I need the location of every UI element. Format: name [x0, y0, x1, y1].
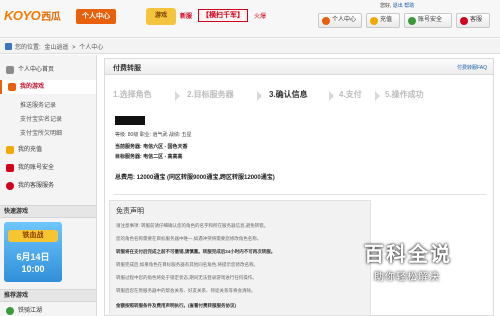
gamepad-icon [8, 83, 16, 91]
promo-game-title: 铁血战 [8, 230, 58, 242]
current-server-label: 当前服务器: [115, 144, 142, 150]
user-icon [322, 17, 330, 25]
step-1: 1.选择角色 [113, 90, 152, 99]
lock-icon [408, 17, 416, 25]
step-arrow-icon [329, 91, 334, 101]
target-server-value: 电信二区 - 高高高 [143, 154, 183, 160]
sidebar-item-label: 我的游戏 [20, 84, 45, 90]
header-button-label: 账号安全 [418, 17, 443, 23]
breadcrumb-site[interactable]: 金山逍遥 [44, 45, 68, 51]
faq-link[interactable]: 付费转服FAQ [457, 64, 487, 71]
coin-icon [370, 17, 378, 25]
breadcrumb: 您的位置: 金山逍遥 > 个人中心 [0, 39, 500, 54]
disclaimer-line: 转服将在支付后完成之前不可撤销,请慎重。转服完成后24小时内不可再次转服。 [116, 249, 276, 254]
watermark-subtitle: 助你轻松解决 [374, 272, 440, 283]
header-recharge-button[interactable]: 充值 [366, 13, 400, 28]
banner-hot-server: 【横扫千军】 [198, 9, 248, 22]
redacted-character-name [115, 116, 145, 125]
lock-icon [6, 164, 14, 172]
watermark: 百科全说 助你轻松解决 [352, 228, 482, 288]
header-account-security-button[interactable]: 账号安全 [404, 13, 452, 28]
step-3-active: 3.确认信息 [269, 90, 308, 99]
home-icon [5, 43, 12, 50]
banner-game-logo: 游戏 [146, 8, 176, 25]
header-button-label: 客服 [470, 17, 483, 23]
breadcrumb-prefix: 您的位置: [15, 45, 41, 51]
help-link[interactable]: 帮助 [404, 3, 414, 9]
sidebar-item-recharge[interactable]: 我的充值 [0, 143, 96, 157]
logo-cn: 西瓜 [41, 12, 61, 23]
user-center-tab[interactable]: 个人中心 [76, 9, 116, 24]
sidebar-item-my-games[interactable]: 我的游戏 [0, 80, 96, 94]
sidebar-item-label: 我的账号安全 [18, 165, 55, 171]
home-icon [6, 66, 14, 74]
sidebar-item-alipay-details[interactable]: 支付宝所欠明细 [0, 127, 96, 141]
disclaimer-line: 金额按照转服条件及费用声明执行。(查看付费转服服务协议) [116, 303, 236, 308]
step-arrow-icon [175, 91, 180, 101]
current-server-value: 电信六区 - 国色天香 [143, 144, 188, 150]
disclaimer-line: 转服过程中您的角色将处于锁定状态,期间无法登录游戏进行任何操作。 [116, 275, 257, 280]
step-progress: 1.选择角色 2.目标服务器 3.确认信息 4.支付 5.操作成功 [113, 89, 491, 107]
disclaimer-line: 转服后您在原服务器中的帮会关系、好友关系、师徒关系等将会清除。 [116, 288, 256, 293]
quick-games-header: 快速游戏 [0, 205, 96, 218]
watermark-title: 百科全说 [364, 244, 452, 266]
step-5: 5.操作成功 [385, 90, 424, 99]
banner-suffix: 火爆 [254, 14, 267, 20]
character-stats: 等级: 80级 职业: 逍气武 战绩: 五星 [115, 132, 192, 138]
greeting-prefix: 您好, [380, 3, 392, 9]
promo-date: 6月14日 [16, 252, 50, 262]
service-icon [460, 17, 468, 25]
sidebar-item-label: 推送服务记录 [20, 103, 57, 109]
disclaimer-title: 免责声明 [116, 208, 144, 215]
step-arrow-icon [257, 91, 262, 101]
sidebar-item-customer-service[interactable]: 我的客服服务 [0, 179, 96, 193]
page-title: 付费转服 [113, 65, 141, 72]
target-server-label: 目标服务器: [115, 154, 142, 160]
total-fee: 总费用: 12000通宝 (同区转服9000通宝,跨区转服12000通宝) [115, 175, 275, 181]
confirm-info: 等级: 80级 职业: 逍气武 战绩: 五星 当前服务器: 电信六区 - 国色天… [113, 116, 365, 186]
top-header: KOYO西瓜 个人中心 游戏 新服 【横扫千军】 火爆 您好, 退出 帮助 个人… [0, 0, 500, 38]
promo-banner[interactable]: 游戏 新服 【横扫千军】 火爆 [146, 7, 274, 26]
site-logo[interactable]: KOYO西瓜 [4, 8, 61, 23]
header-button-label: 个人中心 [332, 17, 357, 23]
logout-link[interactable]: 退出 [393, 3, 403, 9]
sidebar-item-label: 支付宝实名记录 [20, 117, 63, 123]
breadcrumb-separator: > [72, 45, 76, 51]
promo-time: 10:00 [21, 264, 45, 274]
header-service-button[interactable]: 客服 [456, 13, 490, 28]
quick-game-promo[interactable]: 铁血战 6月14日 10:00 [4, 222, 62, 282]
sidebar-item-home[interactable]: 个人中心首页 [0, 63, 96, 77]
service-icon [6, 182, 14, 190]
sidebar-item-account-security[interactable]: 我的账号安全 [0, 161, 96, 175]
game-icon [6, 307, 14, 315]
disclaimer-line: 您的角色名称需要在目标服务器中唯一,如遇冲突将需要您修改角色名称。 [116, 236, 262, 241]
user-greeting: 您好, 退出 帮助 [380, 2, 414, 9]
step-4: 4.支付 [339, 90, 362, 99]
current-server-row: 当前服务器: 电信六区 - 国色天香 [115, 143, 188, 150]
sidebar-item-label: 个人中心首页 [18, 67, 55, 73]
banner-tag: 新服 [180, 14, 193, 20]
sidebar: 个人中心首页 我的游戏 推送服务记录 支付宝实名记录 支付宝所欠明细 我的充值 … [0, 55, 97, 316]
panel-header: 付费转服 付费转服FAQ [105, 59, 493, 75]
sidebar-item-push-records[interactable]: 推送服务记录 [0, 99, 96, 113]
header-user-center-button[interactable]: 个人中心 [318, 13, 362, 28]
logo-text: KOYO [4, 8, 41, 23]
sidebar-item-label: 我的充值 [18, 147, 43, 153]
target-server-row: 目标服务器: 电信二区 - 高高高 [115, 153, 183, 160]
recommend-game-label: 铁骑江湖 [18, 308, 43, 314]
sidebar-item-label: 支付宝所欠明细 [20, 131, 63, 137]
sidebar-item-label: 我的客服服务 [18, 183, 55, 189]
step-2: 2.目标服务器 [187, 90, 234, 99]
breadcrumb-current: 个人中心 [79, 45, 104, 51]
disclaimer-line: 请注意事项: 转服前请仔细确认您的角色的名字和所在服务器信息,避免转错。 [116, 223, 269, 228]
recommend-game-item[interactable]: 铁骑江湖 [0, 304, 96, 316]
coin-icon [6, 146, 14, 154]
recommend-games-header: 推荐游戏 [0, 289, 96, 302]
step-arrow-icon [375, 91, 380, 101]
section-divider [113, 194, 487, 195]
disclaimer-box: 免责声明 请注意事项: 转服前请仔细确认您的角色的名字和所在服务器信息,避免转错… [109, 200, 371, 316]
header-button-label: 充值 [380, 17, 393, 23]
disclaimer-line: 转服完成后,如果角色在目标服务器有其他同名角色,将提示您修改名称。 [116, 262, 258, 267]
sidebar-item-alipay-realname[interactable]: 支付宝实名记录 [0, 113, 96, 127]
